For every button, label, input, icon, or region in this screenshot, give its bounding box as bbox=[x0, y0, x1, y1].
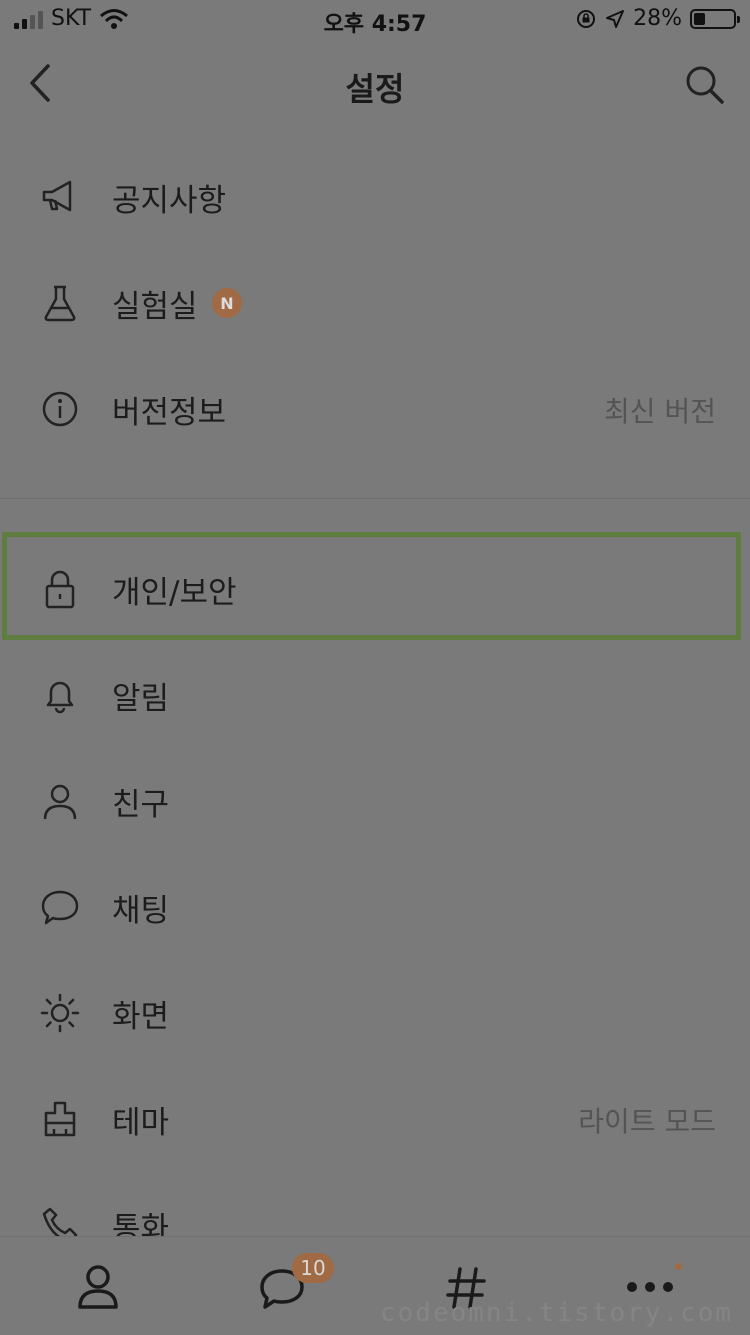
battery-icon bbox=[690, 8, 740, 29]
menu-label: 테마 bbox=[112, 1105, 170, 1141]
brightness-icon bbox=[40, 993, 80, 1033]
menu-label: 화면 bbox=[112, 999, 170, 1035]
nav-header: 설정 bbox=[0, 40, 750, 132]
tab-friends[interactable] bbox=[68, 1257, 128, 1317]
menu-item-friends[interactable]: 친구 bbox=[0, 746, 750, 852]
menu-item-notifications[interactable]: 알림 bbox=[0, 640, 750, 746]
menu-item-call[interactable]: 통화 bbox=[0, 1170, 750, 1236]
menu-label: 통화 bbox=[112, 1211, 170, 1236]
menu-item-notice[interactable]: 공지사항 bbox=[0, 142, 750, 248]
search-icon bbox=[686, 66, 724, 104]
flask-icon bbox=[44, 285, 76, 322]
search-button[interactable] bbox=[682, 62, 728, 108]
menu-item-display[interactable]: 화면 bbox=[0, 958, 750, 1064]
info-icon bbox=[42, 391, 78, 427]
menu-item-chat[interactable]: 채팅 bbox=[0, 852, 750, 958]
menu-label: 채팅 bbox=[112, 893, 170, 929]
menu-label: 공지사항 bbox=[112, 183, 227, 219]
menu-label: 친구 bbox=[112, 787, 170, 823]
chat-count-badge: 10 bbox=[292, 1253, 334, 1283]
bell-icon bbox=[46, 681, 74, 714]
brush-icon bbox=[44, 1101, 76, 1137]
watermark: codeomni.tistory.com bbox=[380, 1298, 734, 1328]
version-status: 최신 버전 bbox=[604, 395, 716, 428]
person-icon bbox=[43, 784, 77, 820]
chat-bubble-icon bbox=[41, 890, 79, 925]
menu-item-theme[interactable]: 테마 라이트 모드 bbox=[0, 1064, 750, 1170]
more-notification-dot bbox=[675, 1263, 682, 1270]
battery-fill bbox=[694, 12, 705, 25]
page-title: 설정 bbox=[345, 70, 405, 108]
menu-item-lab[interactable]: 실험실 N bbox=[0, 248, 750, 354]
battery-percent: 28% bbox=[633, 6, 682, 31]
status-right: 28% bbox=[575, 6, 740, 31]
section-divider bbox=[0, 498, 750, 499]
phone-icon bbox=[42, 1207, 78, 1236]
location-icon bbox=[606, 9, 625, 28]
menu-label: 버전정보 bbox=[112, 395, 227, 431]
megaphone-icon bbox=[42, 180, 72, 212]
status-bar: SKT 오후 4:57 28% bbox=[0, 0, 750, 40]
menu-item-version[interactable]: 버전정보 최신 버전 bbox=[0, 354, 750, 460]
rotation-lock-icon bbox=[577, 9, 596, 28]
menu-label: 실험실 bbox=[112, 289, 198, 325]
friends-icon bbox=[78, 1265, 118, 1309]
theme-mode: 라이트 모드 bbox=[578, 1105, 716, 1138]
highlight-box bbox=[2, 532, 741, 640]
new-badge: N bbox=[212, 288, 242, 318]
menu-label: 알림 bbox=[112, 681, 170, 717]
